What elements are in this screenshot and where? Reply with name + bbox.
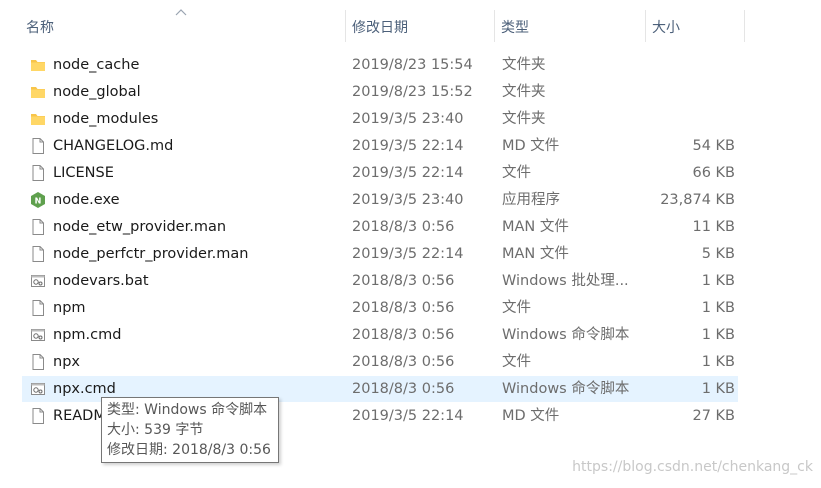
file-row[interactable]: nodevars.bat 2018/8/3 0:56 Windows 批处理... 1… <box>22 268 738 294</box>
file-type: 文件夹 <box>502 111 546 127</box>
batch-file-icon <box>31 275 45 287</box>
watermark: https://blog.csdn.net/chenkang_ck <box>572 459 813 475</box>
file-name: npm <box>53 300 86 316</box>
file-name: CHANGELOG.md <box>53 138 174 154</box>
tooltip-type: 类型: Windows 命令脚本 <box>107 402 268 418</box>
nodejs-icon: N <box>31 192 45 208</box>
column-header-date[interactable]: 修改日期 <box>346 0 494 42</box>
svg-text:N: N <box>35 197 42 206</box>
file-tooltip: 类型: Windows 命令脚本 大小: 539 字节 修改日期: 2018/8… <box>101 397 279 463</box>
file-row[interactable]: npx 2018/8/3 0:56 文件 1 KB <box>22 349 738 375</box>
batch-file-icon <box>31 383 45 395</box>
file-type: Windows 命令脚本 <box>502 327 630 343</box>
file-row[interactable]: npm.cmd 2018/8/3 0:56 Windows 命令脚本 1 KB <box>22 322 738 348</box>
file-size: 54 KB <box>692 138 735 154</box>
file-date: 2019/3/5 22:14 <box>352 408 464 424</box>
file-type: MD 文件 <box>502 408 560 424</box>
file-name: node.exe <box>53 192 120 208</box>
file-name: node_perfctr_provider.man <box>53 246 249 262</box>
file-type: MD 文件 <box>502 138 560 154</box>
file-date: 2019/3/5 22:14 <box>352 246 464 262</box>
folder-icon <box>31 87 45 98</box>
file-row[interactable]: node_cache 2019/8/23 15:54 文件夹 <box>22 52 738 78</box>
file-icon <box>32 246 44 262</box>
file-date: 2018/8/3 0:56 <box>352 300 455 316</box>
file-size: 1 KB <box>701 300 735 316</box>
column-header-type[interactable]: 类型 <box>495 0 645 42</box>
file-name: nodevars.bat <box>53 273 149 289</box>
file-icon <box>32 138 44 154</box>
file-date: 2018/8/3 0:56 <box>352 381 455 397</box>
file-date: 2018/8/3 0:56 <box>352 273 455 289</box>
file-row[interactable]: node_global 2019/8/23 15:52 文件夹 <box>22 79 738 105</box>
file-date: 2019/3/5 23:40 <box>352 111 464 127</box>
column-divider[interactable] <box>744 10 745 42</box>
file-size: 23,874 KB <box>660 192 735 208</box>
file-size: 66 KB <box>692 165 735 181</box>
file-date: 2018/8/3 0:56 <box>352 354 455 370</box>
file-row[interactable]: CHANGELOG.md 2019/3/5 22:14 MD 文件 54 KB <box>22 133 738 159</box>
file-date: 2019/8/23 15:54 <box>352 57 473 73</box>
file-date: 2018/8/3 0:56 <box>352 327 455 343</box>
file-size: 5 KB <box>701 246 735 262</box>
file-icon <box>32 165 44 181</box>
column-header-name[interactable]: 名称 <box>20 0 345 42</box>
file-type: MAN 文件 <box>502 219 569 235</box>
file-type: Windows 批处理... <box>502 273 629 289</box>
file-type: 文件夹 <box>502 57 546 73</box>
file-size: 1 KB <box>701 354 735 370</box>
file-row[interactable]: node_perfctr_provider.man 2019/3/5 22:14 M… <box>22 241 738 267</box>
file-row[interactable]: Nnode.exe 2019/3/5 23:40 应用程序 23,874 KB <box>22 187 738 213</box>
tooltip-modified: 修改日期: 2018/8/3 0:56 <box>107 442 271 458</box>
batch-file-icon <box>31 329 45 341</box>
file-size: 27 KB <box>692 408 735 424</box>
file-type: Windows 命令脚本 <box>502 381 630 397</box>
file-row[interactable]: npm 2018/8/3 0:56 文件 1 KB <box>22 295 738 321</box>
file-name: node_modules <box>53 111 159 127</box>
file-type: 文件夹 <box>502 84 546 100</box>
file-name: npx <box>53 354 80 370</box>
folder-icon <box>31 60 45 71</box>
file-size: 1 KB <box>701 381 735 397</box>
file-type: 文件 <box>502 300 531 316</box>
file-icon <box>32 300 44 316</box>
file-type: MAN 文件 <box>502 246 569 262</box>
file-row[interactable]: LICENSE 2019/3/5 22:14 文件 66 KB <box>22 160 738 186</box>
file-type: 文件 <box>502 354 531 370</box>
file-size: 1 KB <box>701 273 735 289</box>
file-row[interactable]: node_etw_provider.man 2018/8/3 0:56 MAN 文件… <box>22 214 738 240</box>
tooltip-size: 大小: 539 字节 <box>107 422 204 438</box>
file-icon <box>32 354 44 370</box>
file-date: 2019/3/5 22:14 <box>352 138 464 154</box>
file-date: 2019/3/5 22:14 <box>352 165 464 181</box>
file-date: 2019/8/23 15:52 <box>352 84 473 100</box>
column-header-size[interactable]: 大小 <box>646 0 744 42</box>
file-icon <box>32 219 44 235</box>
file-name: node_etw_provider.man <box>53 219 227 235</box>
column-header-bar: 名称 修改日期 类型 大小 <box>0 0 821 42</box>
file-size: 11 KB <box>692 219 735 235</box>
file-row[interactable]: node_modules 2019/3/5 23:40 文件夹 <box>22 106 738 132</box>
file-icon <box>32 408 44 424</box>
file-name: node_global <box>53 84 141 100</box>
file-name: npm.cmd <box>53 327 122 343</box>
file-type: 文件 <box>502 165 531 181</box>
file-date: 2019/3/5 23:40 <box>352 192 464 208</box>
file-type: 应用程序 <box>502 192 560 208</box>
file-name: LICENSE <box>53 165 114 181</box>
folder-icon <box>31 114 45 125</box>
file-date: 2018/8/3 0:56 <box>352 219 455 235</box>
file-name: node_cache <box>53 57 140 73</box>
file-size: 1 KB <box>701 327 735 343</box>
